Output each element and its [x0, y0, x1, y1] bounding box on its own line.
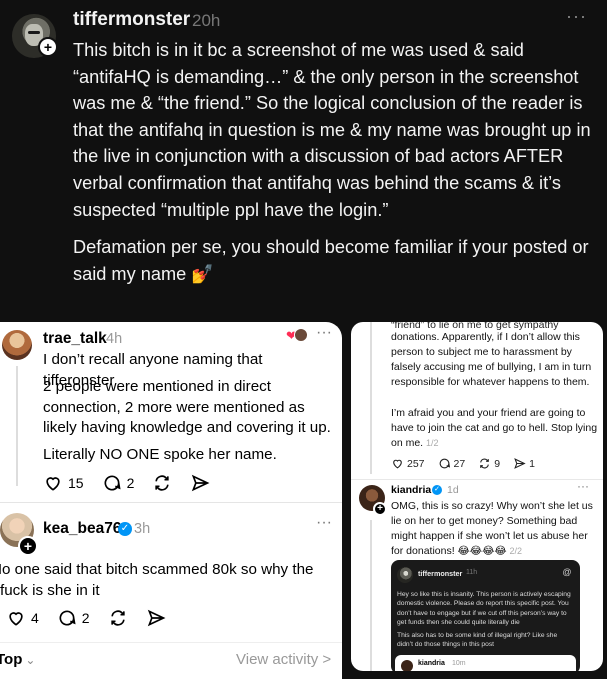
repost-icon [480, 458, 490, 469]
verified-badge-icon: ✓ [432, 485, 442, 495]
like-button[interactable]: 15 [43, 473, 84, 493]
more-options-icon[interactable]: ··· [577, 479, 589, 493]
thread-line [370, 322, 372, 474]
reply-text: 2 people were mentioned in direct connec… [43, 378, 331, 436]
share-button[interactable] [146, 608, 166, 628]
reply-username[interactable]: trae_talk [43, 330, 107, 348]
reply-button[interactable]: 2 [57, 608, 90, 628]
chevron-down-icon: ⌄ [25, 653, 36, 667]
follow-plus-icon[interactable]: + [373, 502, 387, 516]
divider [0, 642, 342, 643]
nested-quoted-post: kiandria 10m [395, 655, 576, 671]
like-button[interactable]: 4 [6, 608, 39, 628]
comment-icon [59, 610, 76, 626]
main-post: + tiffermonster 20h ··· This bitch is in… [0, 0, 607, 322]
quoted-text: This also has to be some kind of illegal… [397, 632, 558, 649]
post-body: This bitch is in it bc a screenshot of m… [73, 37, 598, 298]
share-button[interactable]: 1 [513, 457, 535, 470]
sort-label: Top [0, 651, 23, 668]
follow-plus-icon[interactable]: + [18, 536, 38, 556]
reply-text: Literally NO ONE spoke her name. [43, 446, 277, 463]
nested-timestamp: 10m [452, 660, 466, 667]
replies-screenshot-card: trae_talk 4h ❤ ··· I don’t recall anyone… [0, 322, 342, 679]
post-text: I’m afraid you and your friend are going… [391, 406, 599, 451]
reply-timestamp: 4h [106, 331, 123, 347]
reply-count: 2 [81, 610, 90, 626]
reply-username[interactable]: kiandria [391, 484, 431, 496]
reply-button[interactable]: 2 [102, 473, 135, 493]
post-text: donations. Apparently, if I don’t allow … [391, 331, 592, 388]
reply-timestamp: 1d [447, 484, 459, 496]
reply-timestamp: 3h [134, 521, 151, 537]
action-bar: 257 27 9 1 [391, 457, 548, 470]
post-paragraph: This bitch is in it bc a screenshot of m… [73, 40, 591, 220]
avatar [401, 660, 413, 671]
action-bar: 4 2 [6, 608, 184, 628]
avatar [397, 567, 413, 583]
repost-button[interactable] [152, 473, 172, 493]
send-icon [147, 609, 166, 627]
quoted-timestamp: 11h [466, 569, 478, 576]
page-indicator: 2/2 [509, 546, 523, 556]
verified-badge-icon: ✓ [118, 522, 132, 536]
follow-plus-icon[interactable]: + [38, 37, 58, 57]
like-count: 257 [407, 457, 425, 470]
more-options-icon[interactable]: ··· [316, 514, 332, 532]
comment-icon [439, 458, 450, 469]
nested-username: kiandria [418, 660, 445, 667]
quoted-username: tiffermonster [418, 569, 463, 578]
repost-button[interactable]: 9 [478, 457, 500, 470]
more-options-icon[interactable]: ··· [316, 324, 332, 342]
reply-username[interactable]: kea_bea76 [43, 520, 121, 538]
thread-line [16, 366, 18, 486]
reply-text-body: OMG, this is so crazy! Why won’t she let… [391, 500, 593, 557]
repost-icon [110, 610, 125, 626]
heart-icon [393, 459, 402, 469]
like-count: 15 [68, 475, 84, 491]
post-text-body: I’m afraid you and your friend are going… [391, 407, 598, 449]
heart-icon [46, 477, 60, 491]
comment-icon [104, 475, 121, 491]
post-timestamp: 20h [192, 11, 221, 30]
send-icon [514, 458, 526, 469]
liked-by-indicator: ❤ [286, 328, 308, 346]
reply-text: No one said that bitch scammed 80k so wh… [0, 561, 314, 599]
reply-text: OMG, this is so crazy! Why won’t she let… [391, 499, 599, 559]
more-options-icon[interactable]: ··· [566, 6, 587, 27]
heart-icon [9, 612, 23, 626]
divider [0, 502, 342, 503]
repost-button[interactable] [108, 608, 128, 628]
threads-logo-icon: @ [562, 567, 572, 577]
reply-button[interactable]: 27 [438, 457, 466, 470]
thread-screenshot-card: “friend” to lie on me to get sympathy do… [351, 322, 603, 671]
divider [351, 479, 603, 480]
send-icon [192, 474, 210, 492]
view-activity-link[interactable]: View activity > [236, 651, 331, 668]
post-username[interactable]: tiffermonster [73, 9, 190, 31]
quoted-text: Hey so like this is insanity. This perso… [397, 591, 571, 627]
like-count: 4 [31, 610, 39, 626]
repost-count: 9 [494, 457, 501, 470]
reply-count: 2 [126, 475, 135, 491]
thread-line [370, 520, 372, 671]
action-bar: 15 2 [43, 473, 228, 493]
repost-icon [155, 475, 170, 491]
like-button[interactable]: 257 [391, 457, 425, 470]
avatar [294, 328, 308, 342]
sort-dropdown[interactable]: Top⌄ [0, 651, 35, 668]
quoted-post[interactable]: tiffermonster 11h @ Hey so like this is … [391, 560, 580, 671]
reply-count: 27 [453, 457, 466, 470]
share-button[interactable] [190, 473, 210, 493]
share-count: 1 [529, 457, 535, 470]
page-indicator: 1/2 [426, 438, 439, 448]
avatar[interactable] [2, 330, 32, 360]
post-paragraph: Defamation per se, you should become fam… [73, 237, 589, 284]
